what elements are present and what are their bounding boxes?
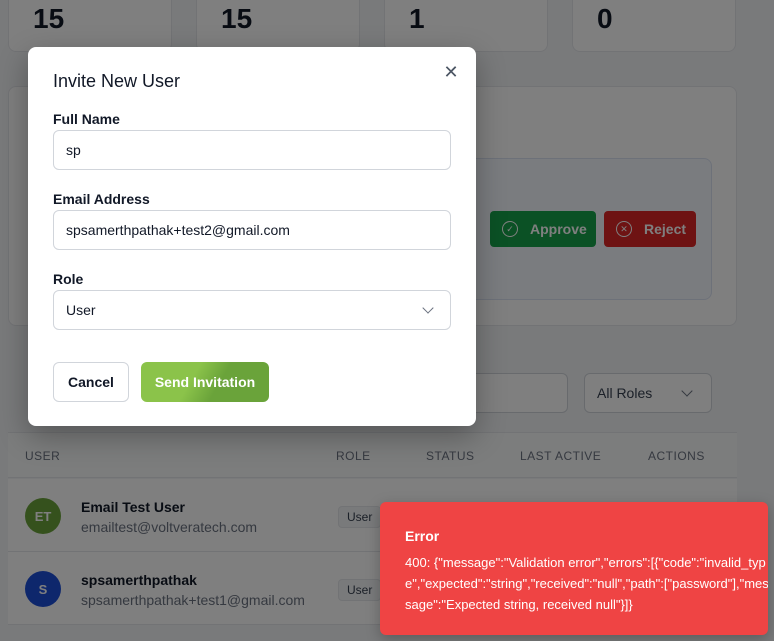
chevron-down-icon bbox=[422, 302, 434, 314]
close-icon[interactable]: ✕ bbox=[442, 63, 460, 81]
email-value: spsamerthpathak+test2@gmail.com bbox=[66, 222, 290, 238]
full-name-value: sp bbox=[66, 142, 81, 158]
toast-title: Error bbox=[405, 528, 440, 544]
error-toast[interactable]: Error 400: {"message":"Validation error"… bbox=[380, 502, 768, 635]
role-value: User bbox=[66, 302, 96, 318]
email-label: Email Address bbox=[53, 191, 150, 207]
role-label: Role bbox=[53, 271, 84, 287]
invite-user-modal: Invite New User ✕ Full Name sp Email Add… bbox=[28, 47, 476, 426]
send-invitation-button[interactable]: Send Invitation bbox=[141, 362, 269, 402]
email-field[interactable]: spsamerthpathak+test2@gmail.com bbox=[53, 210, 451, 250]
cancel-button[interactable]: Cancel bbox=[53, 362, 129, 402]
toast-message: 400: {"message":"Validation error","erro… bbox=[405, 555, 768, 612]
full-name-input[interactable]: sp bbox=[53, 130, 451, 170]
modal-title: Invite New User bbox=[53, 71, 181, 91]
role-select[interactable]: User bbox=[53, 290, 451, 330]
full-name-label: Full Name bbox=[53, 111, 120, 127]
